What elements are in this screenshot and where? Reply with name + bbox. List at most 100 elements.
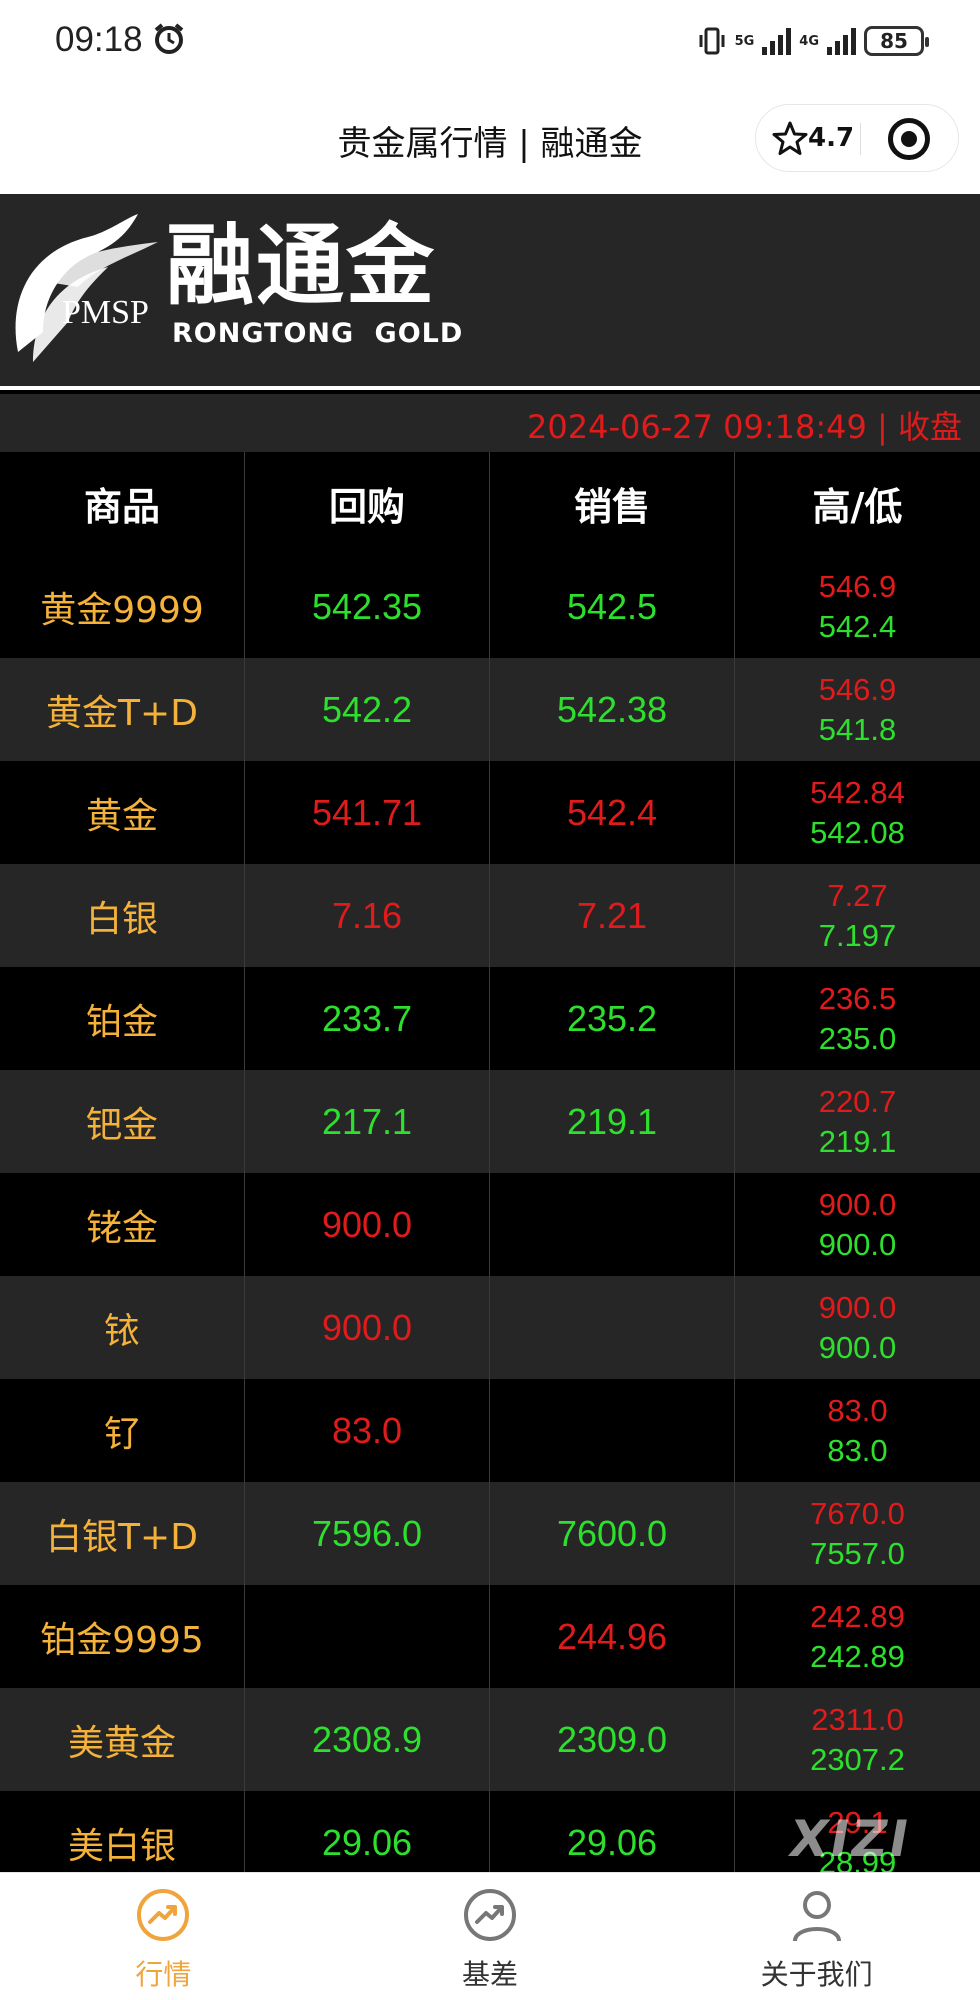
sell-price: 542.5 bbox=[490, 555, 735, 658]
buyback-price: 542.2 bbox=[245, 658, 490, 761]
vibrate-icon bbox=[699, 27, 725, 55]
trend-up-icon bbox=[137, 1889, 190, 1941]
high-low-cell: 7670.0 7557.0 bbox=[735, 1482, 980, 1585]
product-name: 黄金 bbox=[0, 761, 245, 864]
sell-price: 235.2 bbox=[490, 967, 735, 1070]
low-price: 542.4 bbox=[818, 608, 897, 644]
product-name: 美白银 bbox=[0, 1791, 245, 1872]
product-name: 铱 bbox=[0, 1276, 245, 1379]
battery-indicator: 85 bbox=[864, 26, 929, 56]
high-price: 220.7 bbox=[818, 1083, 897, 1119]
sell-price bbox=[490, 1276, 735, 1379]
logo-pmsp-text: PMSP bbox=[62, 294, 149, 331]
table-row[interactable]: 黄金T+D 542.2 542.38 546.9 541.8 bbox=[0, 658, 980, 761]
buyback-price: 217.1 bbox=[245, 1070, 490, 1173]
sell-price: 7600.0 bbox=[490, 1482, 735, 1585]
low-price: 7557.0 bbox=[810, 1535, 905, 1571]
dragon-logo-icon bbox=[15, 214, 158, 362]
header-sell: 销售 bbox=[490, 452, 735, 555]
status-right: 5G 4G 85 bbox=[697, 22, 929, 60]
nav-item-market[interactable]: 行情 bbox=[0, 1873, 327, 2000]
sell-price bbox=[490, 1173, 735, 1276]
table-row[interactable]: 铱 900.0 900.0 900.0 bbox=[0, 1276, 980, 1379]
user-icon bbox=[792, 1891, 841, 1942]
logo-english-text: RONGTONG GOLD bbox=[172, 318, 464, 349]
buyback-price: 541.71 bbox=[245, 761, 490, 864]
table-row[interactable]: 钯金 217.1 219.1 220.7 219.1 bbox=[0, 1070, 980, 1173]
high-low-cell: 83.0 83.0 bbox=[735, 1379, 980, 1482]
low-price: 541.8 bbox=[818, 711, 897, 747]
low-price: 900.0 bbox=[818, 1226, 897, 1262]
header-high-low: 高/低 bbox=[812, 485, 903, 529]
high-low-cell: 546.9 542.4 bbox=[735, 555, 980, 658]
title-bar: 贵金属行情 | 融通金 4.7 bbox=[0, 82, 980, 194]
product-name: 黄金9999 bbox=[0, 555, 245, 658]
high-low-cell: 900.0 900.0 bbox=[735, 1173, 980, 1276]
product-name: 黄金T+D bbox=[0, 658, 245, 761]
low-price: 83.0 bbox=[827, 1432, 888, 1468]
low-price: 235.0 bbox=[818, 1020, 897, 1056]
high-low-cell: 542.84 542.08 bbox=[735, 761, 980, 864]
high-low-cell: 7.27 7.197 bbox=[735, 864, 980, 967]
high-price: 900.0 bbox=[818, 1289, 897, 1325]
watermark-text: XIZI bbox=[784, 1810, 916, 1868]
mini-program-capsule: 4.7 bbox=[755, 104, 959, 172]
table-row[interactable]: 白银 7.16 7.21 7.27 7.197 bbox=[0, 864, 980, 967]
market-date-bar: 2024-06-27 09:18:49 | 收盘 bbox=[0, 394, 980, 452]
table-row[interactable]: 黄金 541.71 542.4 542.84 542.08 bbox=[0, 761, 980, 864]
nav-item-basis[interactable]: 基差 bbox=[327, 1873, 654, 2000]
high-low-cell: 900.0 900.0 bbox=[735, 1276, 980, 1379]
buyback-price: 7596.0 bbox=[245, 1482, 490, 1585]
sell-price: 29.06 bbox=[490, 1791, 735, 1872]
high-price: 2311.0 bbox=[811, 1701, 904, 1737]
buyback-price: 900.0 bbox=[245, 1173, 490, 1276]
low-price: 219.1 bbox=[818, 1123, 897, 1159]
logo-banner: PMSP 融通金 RONGTONG GOLD bbox=[0, 194, 980, 390]
high-low-cell: 236.5 235.0 bbox=[735, 967, 980, 1070]
table-row[interactable]: 铑金 900.0 900.0 900.0 bbox=[0, 1173, 980, 1276]
low-price: 242.89 bbox=[810, 1638, 905, 1674]
table-header: 商品 回购 销售 高/低 bbox=[0, 452, 980, 555]
star-icon[interactable] bbox=[770, 119, 810, 159]
product-name: 铂金9995 bbox=[0, 1585, 245, 1688]
high-price: 236.5 bbox=[818, 980, 897, 1016]
high-price: 7670.0 bbox=[810, 1495, 905, 1531]
product-name: 白银T+D bbox=[0, 1482, 245, 1585]
sell-price bbox=[490, 1379, 735, 1482]
high-price: 242.89 bbox=[810, 1598, 905, 1634]
bottom-nav: 行情 基差 关于我们 bbox=[0, 1872, 980, 2000]
close-target-icon[interactable] bbox=[888, 118, 930, 160]
price-table[interactable]: 商品 回购 销售 高/低 黄金9999 542.35 542.5 546.9 542.4… bbox=[0, 452, 980, 1872]
high-price: 83.0 bbox=[827, 1392, 888, 1428]
table-row[interactable]: 美黄金 2308.9 2309.0 2311.0 2307.2 bbox=[0, 1688, 980, 1791]
buyback-price bbox=[245, 1585, 490, 1688]
nav-label-market: 行情 bbox=[135, 1958, 192, 1991]
header-buyback: 回购 bbox=[245, 452, 490, 555]
buyback-price: 542.35 bbox=[245, 555, 490, 658]
table-row[interactable]: 钌 83.0 83.0 83.0 bbox=[0, 1379, 980, 1482]
alarm-icon bbox=[154, 23, 184, 54]
high-price: 546.9 bbox=[818, 568, 897, 604]
signal-bars-icon bbox=[762, 27, 792, 55]
high-price: 546.9 bbox=[818, 671, 897, 707]
signal-bars-icon bbox=[827, 27, 856, 55]
table-row[interactable]: 铂金 233.7 235.2 236.5 235.0 bbox=[0, 967, 980, 1070]
sell-price: 2309.0 bbox=[490, 1688, 735, 1791]
table-row[interactable]: 铂金9995 244.96 242.89 242.89 bbox=[0, 1585, 980, 1688]
capsule-divider bbox=[860, 123, 861, 155]
sell-price: 542.4 bbox=[490, 761, 735, 864]
nav-item-about[interactable]: 关于我们 bbox=[653, 1873, 980, 2000]
low-price: 7.197 bbox=[818, 917, 897, 953]
status-time: 09:18 bbox=[55, 20, 143, 59]
product-name: 白银 bbox=[0, 864, 245, 967]
table-row[interactable]: 黄金9999 542.35 542.5 546.9 542.4 bbox=[0, 555, 980, 658]
low-price: 2307.2 bbox=[810, 1741, 905, 1777]
high-price: 542.84 bbox=[810, 774, 905, 810]
buyback-price: 83.0 bbox=[245, 1379, 490, 1482]
table-row[interactable]: 白银T+D 7596.0 7600.0 7670.0 7557.0 bbox=[0, 1482, 980, 1585]
market-timestamp: 2024-06-27 09:18:49 | 收盘 bbox=[527, 408, 962, 446]
high-low-cell: 242.89 242.89 bbox=[735, 1585, 980, 1688]
product-name: 美黄金 bbox=[0, 1688, 245, 1791]
high-price: 7.27 bbox=[827, 877, 888, 913]
product-name: 铑金 bbox=[0, 1173, 245, 1276]
